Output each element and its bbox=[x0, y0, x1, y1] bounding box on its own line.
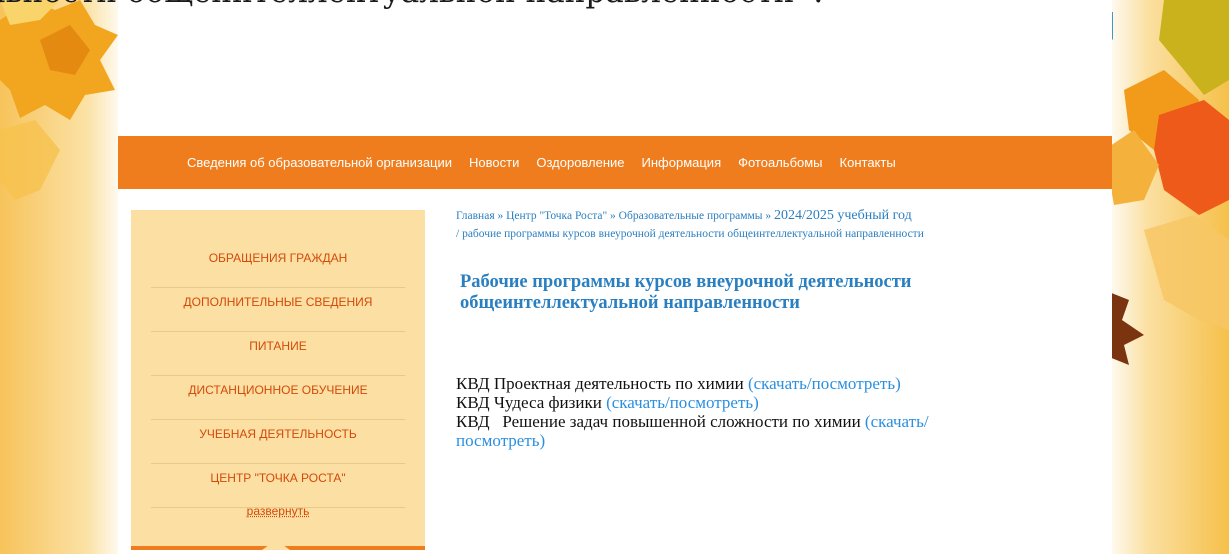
autumn-leaves-icon bbox=[0, 0, 125, 554]
breadcrumb-center-link[interactable]: Центр "Точка Роста" bbox=[506, 210, 607, 222]
nav-item-news[interactable]: Новости bbox=[469, 155, 519, 170]
sidebar-item-citizen-appeals[interactable]: ОБРАЩЕНИЯ ГРАЖДАН bbox=[151, 244, 405, 288]
document-title: КВД Решение задач повышенной сложности п… bbox=[456, 412, 865, 431]
page-title: Рабочие программы курсов внеурочной деят… bbox=[460, 272, 912, 313]
autumn-leaves-icon bbox=[1104, 0, 1229, 554]
main-navbar: Сведения об образовательной организации … bbox=[118, 136, 1112, 189]
breadcrumb-home-link[interactable]: Главная bbox=[456, 210, 495, 222]
document-title: КВД Чудеса физики bbox=[456, 393, 607, 412]
sidebar-item-distance-learning[interactable]: ДИСТАНЦИОННОЕ ОБУЧЕНИЕ bbox=[151, 376, 405, 420]
breadcrumb-year-link[interactable]: 2024/2025 учебный год bbox=[774, 208, 912, 223]
expand-link[interactable]: развернуть bbox=[131, 504, 425, 518]
list-item: КВД Чудеса физики (скачать/посмотреть) bbox=[456, 393, 1096, 412]
sidebar-item-nutrition[interactable]: ПИТАНИЕ bbox=[151, 332, 405, 376]
nav-item-photo-albums[interactable]: Фотоальбомы bbox=[738, 155, 822, 170]
sidebar-item-label: ЦЕНТР "ТОЧКА РОСТА" bbox=[210, 471, 346, 485]
breadcrumb-programs-link[interactable]: Образовательные программы bbox=[619, 210, 763, 222]
sidebar-item-educational-activity[interactable]: УЧЕБНАЯ ДЕЯТЕЛЬНОСТЬ bbox=[151, 420, 405, 464]
breadcrumb-separator: » bbox=[494, 210, 507, 222]
document-title: КВД Проектная деятельность по химии bbox=[456, 374, 748, 393]
sidebar-item-growth-point[interactable]: ЦЕНТР "ТОЧКА РОСТА" bbox=[151, 464, 405, 508]
breadcrumb-separator: » bbox=[607, 210, 619, 222]
list-item: КВД Решение задач повышенной сложности п… bbox=[456, 412, 1016, 450]
sidebar: ОБРАЩЕНИЯ ГРАЖДАН ДОПОЛНИТЕЛЬНЫЕ СВЕДЕНИ… bbox=[131, 210, 425, 550]
nav-item-organization-info[interactable]: Сведения об образовательной организации bbox=[187, 155, 452, 170]
sidebar-menu: ОБРАЩЕНИЯ ГРАЖДАН ДОПОЛНИТЕЛЬНЫЕ СВЕДЕНИ… bbox=[151, 244, 405, 508]
sidebar-item-label: ДИСТАНЦИОННОЕ ОБУЧЕНИЕ bbox=[188, 383, 368, 397]
sidebar-item-label: УЧЕБНАЯ ДЕЯТЕЛЬНОСТЬ bbox=[199, 427, 357, 441]
sidebar-notch-icon bbox=[262, 540, 290, 550]
download-view-link[interactable]: (скачать/посмотреть) bbox=[748, 374, 901, 393]
sidebar-item-additional-info[interactable]: ДОПОЛНИТЕЛЬНЫЕ СВЕДЕНИЯ bbox=[151, 288, 405, 332]
sidebar-item-label: ПИТАНИЕ bbox=[249, 339, 307, 353]
breadcrumb-line-1: Главная » Центр "Точка Роста" » Образова… bbox=[456, 207, 1096, 225]
nav-item-wellness[interactable]: Оздоровление bbox=[536, 155, 624, 170]
sidebar-item-label: ОБРАЩЕНИЯ ГРАЖДАН bbox=[208, 251, 348, 265]
nav-item-information[interactable]: Информация bbox=[642, 155, 722, 170]
top-caption: льности общеинтеллектуальной направленно… bbox=[0, 0, 823, 10]
breadcrumb: Главная » Центр "Точка Роста" » Образова… bbox=[456, 207, 1096, 243]
breadcrumb-current: / рабочие программы курсов внеурочной де… bbox=[456, 228, 924, 240]
page-viewport: льности общеинтеллектуальной направленно… bbox=[0, 0, 1229, 554]
sidebar-item-label: ДОПОЛНИТЕЛЬНЫЕ СВЕДЕНИЯ bbox=[183, 295, 373, 309]
document-list: КВД Проектная деятельность по химии (ска… bbox=[456, 374, 1096, 450]
nav-item-contacts[interactable]: Контакты bbox=[840, 155, 896, 170]
breadcrumb-separator: » bbox=[762, 210, 774, 222]
nav-list: Сведения об образовательной организации … bbox=[187, 136, 913, 189]
list-item: КВД Проектная деятельность по химии (ска… bbox=[456, 374, 1096, 393]
download-view-link[interactable]: (скачать/посмотреть) bbox=[606, 393, 759, 412]
